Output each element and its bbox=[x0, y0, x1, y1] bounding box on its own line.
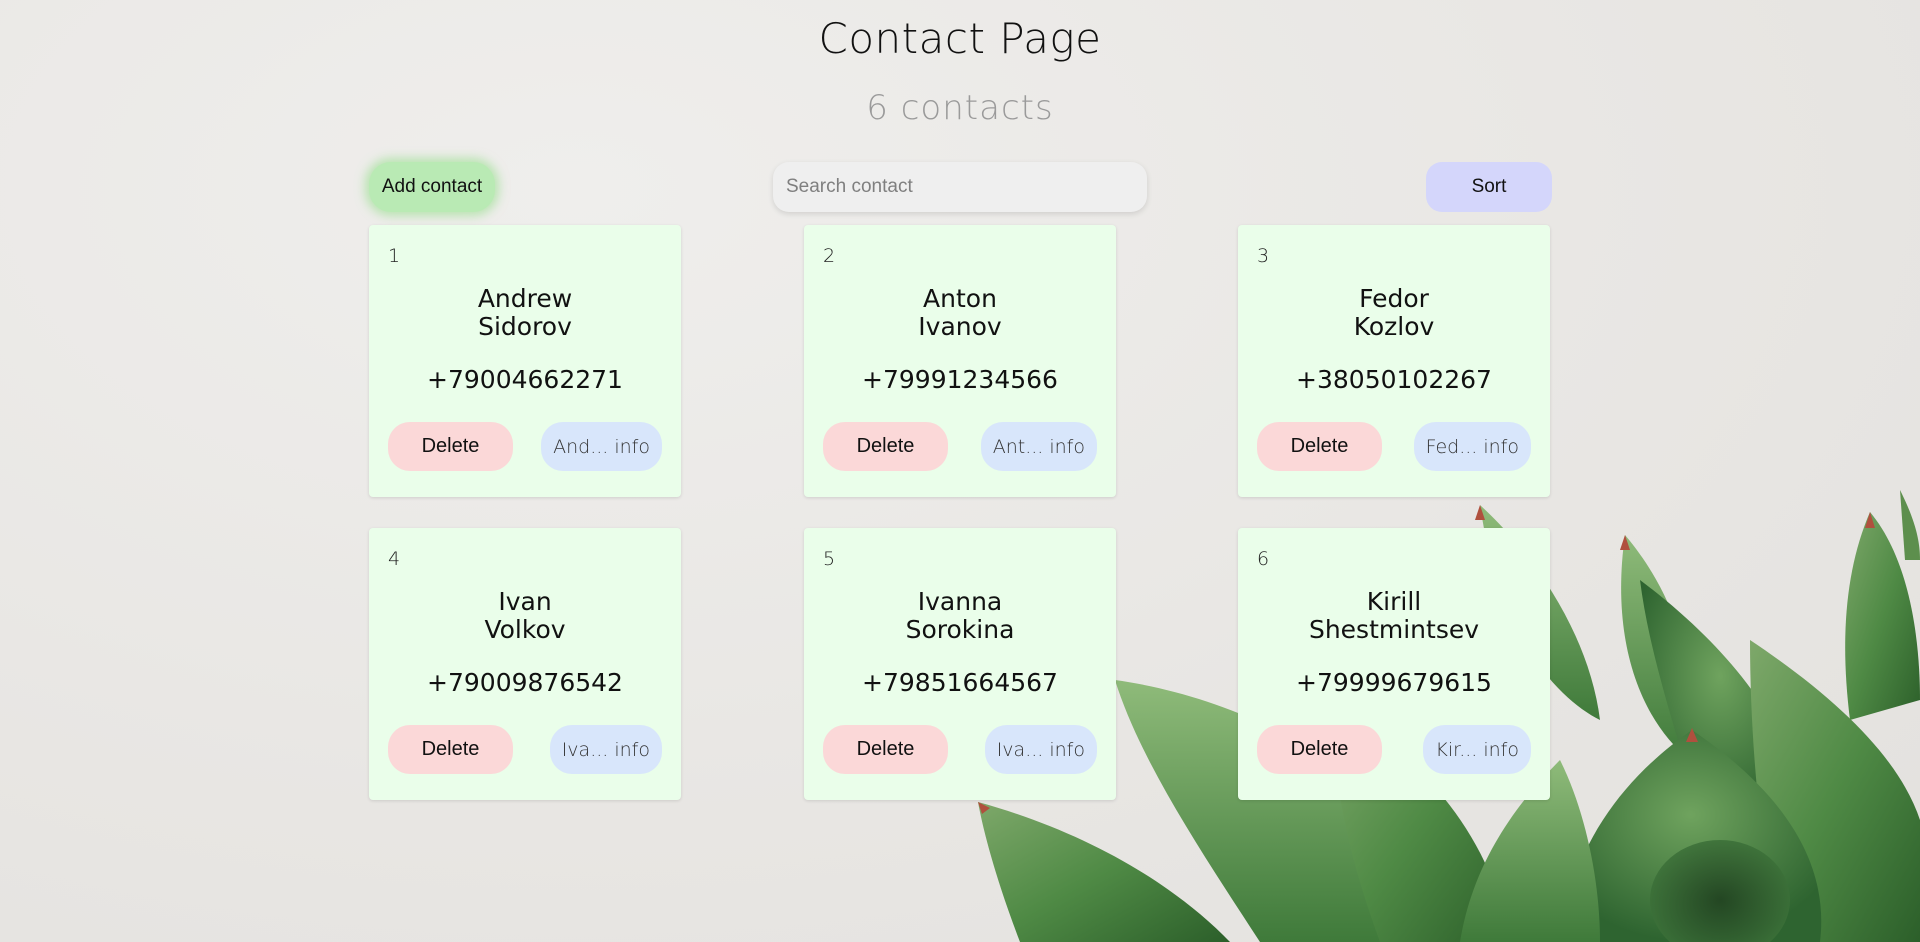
contact-number: 4 bbox=[388, 548, 401, 570]
sort-button[interactable]: Sort bbox=[1426, 162, 1552, 212]
contact-number: 5 bbox=[823, 548, 836, 570]
contact-number: 1 bbox=[388, 245, 401, 267]
add-contact-button[interactable]: Add contact bbox=[369, 162, 495, 212]
contact-phone: +79991234566 bbox=[862, 365, 1058, 394]
contact-first-name: Ivanna bbox=[917, 587, 1003, 616]
contact-number: 3 bbox=[1257, 245, 1270, 267]
contact-phone: +79999679615 bbox=[1296, 668, 1492, 697]
contact-name: Anton Ivanov bbox=[804, 285, 1116, 341]
contact-last-name: Sidorov bbox=[478, 312, 572, 341]
search-input[interactable] bbox=[773, 162, 1147, 212]
contact-last-name: Kozlov bbox=[1353, 312, 1435, 341]
contact-name: Fedor Kozlov bbox=[1238, 285, 1550, 341]
contact-name: Kirill Shestmintsev bbox=[1238, 588, 1550, 644]
contact-first-name: Andrew bbox=[477, 284, 573, 313]
info-button[interactable]: Ant... info bbox=[980, 422, 1097, 471]
contact-first-name: Anton bbox=[923, 284, 997, 313]
contact-last-name: Shestmintsev bbox=[1308, 615, 1480, 644]
contact-number: 2 bbox=[823, 245, 836, 267]
contact-phone: +79004662271 bbox=[427, 365, 623, 394]
contact-phone: +79009876542 bbox=[427, 668, 623, 697]
info-button[interactable]: Kir... info bbox=[1423, 725, 1531, 774]
contact-phone: +38050102267 bbox=[1296, 365, 1492, 394]
contact-name: Ivanna Sorokina bbox=[804, 588, 1116, 644]
info-button[interactable]: Iva... info bbox=[549, 725, 662, 774]
contact-number: 6 bbox=[1257, 548, 1270, 570]
contact-last-name: Sorokina bbox=[905, 615, 1015, 644]
contact-name: Ivan Volkov bbox=[369, 588, 681, 644]
contact-phone: +79851664567 bbox=[862, 668, 1058, 697]
info-button[interactable]: And... info bbox=[541, 422, 662, 471]
contact-first-name: Kirill bbox=[1366, 587, 1422, 616]
contact-card: 4 Ivan Volkov +79009876542 Delete Iva...… bbox=[369, 528, 681, 800]
delete-button[interactable]: Delete bbox=[388, 725, 513, 774]
delete-button[interactable]: Delete bbox=[823, 725, 948, 774]
contact-page: Contact Page 6 contacts Add contact Sort… bbox=[0, 0, 1920, 942]
contact-name: Andrew Sidorov bbox=[369, 285, 681, 341]
contact-card: 5 Ivanna Sorokina +79851664567 Delete Iv… bbox=[804, 528, 1116, 800]
delete-button[interactable]: Delete bbox=[388, 422, 513, 471]
contact-first-name: Ivan bbox=[498, 587, 552, 616]
contact-count: 6 contacts bbox=[866, 88, 1054, 128]
contact-card: 2 Anton Ivanov +79991234566 Delete Ant..… bbox=[804, 225, 1116, 497]
contact-last-name: Volkov bbox=[484, 615, 566, 644]
contact-last-name: Ivanov bbox=[918, 312, 1002, 341]
delete-button[interactable]: Delete bbox=[823, 422, 948, 471]
info-button[interactable]: Iva... info bbox=[984, 725, 1097, 774]
info-button[interactable]: Fed... info bbox=[1413, 422, 1531, 471]
contact-first-name: Fedor bbox=[1359, 284, 1429, 313]
contact-card: 3 Fedor Kozlov +38050102267 Delete Fed..… bbox=[1238, 225, 1550, 497]
page-title: Contact Page bbox=[818, 14, 1102, 63]
contact-card: 1 Andrew Sidorov +79004662271 Delete And… bbox=[369, 225, 681, 497]
delete-button[interactable]: Delete bbox=[1257, 422, 1382, 471]
delete-button[interactable]: Delete bbox=[1257, 725, 1382, 774]
contact-card: 6 Kirill Shestmintsev +79999679615 Delet… bbox=[1238, 528, 1550, 800]
